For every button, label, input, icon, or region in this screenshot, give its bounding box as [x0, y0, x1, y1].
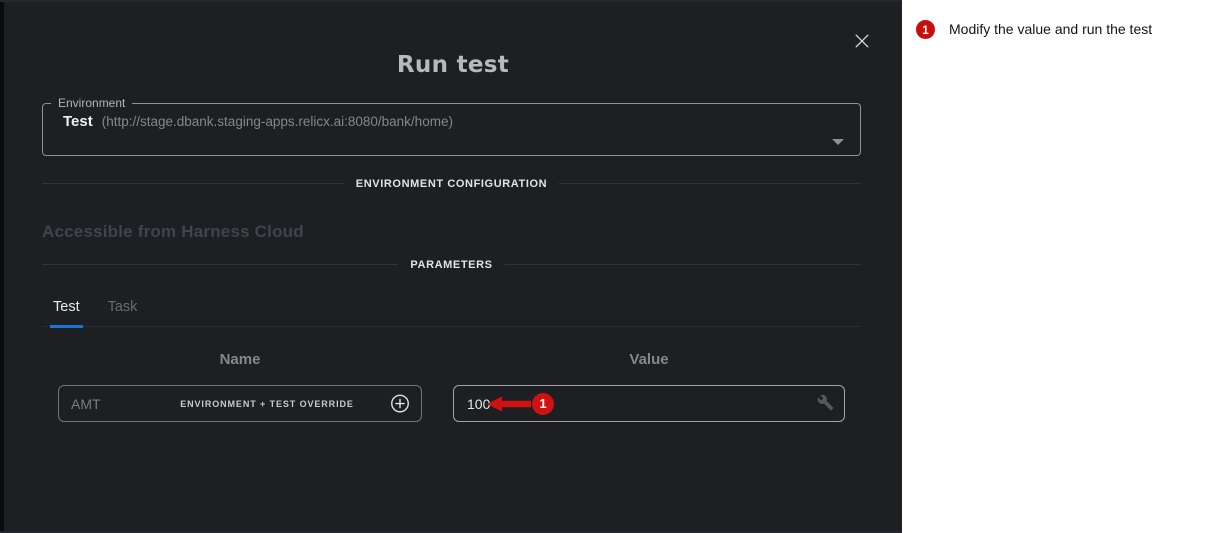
environment-label: Environment [51, 96, 132, 110]
harness-cloud-note: Accessible from Harness Cloud [42, 222, 304, 242]
close-icon [852, 31, 872, 51]
environment-configuration-divider: ENVIRONMENT CONFIGURATION [42, 176, 861, 191]
value-column-header: Value [453, 351, 845, 368]
instructions-panel: 1 Modify the value and run the test [902, 0, 1222, 533]
screenshot-root: Run test Environment Test (http://stage.… [0, 0, 1222, 533]
close-button[interactable] [849, 28, 875, 54]
override-badge: ENVIRONMENT + TEST OVERRIDE [180, 399, 354, 409]
divider-line [42, 264, 398, 265]
parameters-label: PARAMETERS [410, 259, 492, 271]
step-text: Modify the value and run the test [949, 20, 1152, 37]
annotation-step-1: 1 Modify the value and run the test [916, 20, 1152, 39]
edit-value-button[interactable] [815, 394, 835, 414]
wrench-icon [817, 394, 834, 411]
parameter-value-input[interactable] [467, 396, 513, 412]
tab-task[interactable]: Task [105, 299, 141, 328]
environment-selected-value: Test (http://stage.dbank.staging-apps.re… [43, 110, 860, 130]
add-parameter-button[interactable] [388, 392, 411, 415]
parameter-value-field[interactable]: 1 [453, 385, 845, 422]
dialog-title: Run test [4, 52, 902, 78]
environment-select[interactable]: Environment Test (http://stage.dbank.sta… [42, 96, 861, 156]
parameter-name-field[interactable]: ENVIRONMENT + TEST OVERRIDE [58, 385, 422, 422]
divider-line [42, 183, 344, 184]
modal-backdrop: Run test Environment Test (http://stage.… [0, 0, 902, 533]
parameters-divider: PARAMETERS [42, 257, 861, 272]
name-column-header: Name [58, 351, 422, 368]
tab-test[interactable]: Test [50, 299, 83, 328]
environment-url: (http://stage.dbank.staging-apps.relicx.… [102, 114, 453, 129]
plus-circle-icon [389, 392, 411, 414]
parameter-name-input[interactable] [71, 396, 181, 412]
chevron-down-icon [832, 139, 844, 145]
step-number-badge: 1 [916, 20, 935, 39]
environment-configuration-label: ENVIRONMENT CONFIGURATION [356, 178, 547, 190]
step-badge: 1 [532, 393, 554, 415]
divider-line [559, 183, 861, 184]
environment-name: Test [63, 113, 93, 130]
parameters-tabbar: Test Task [42, 299, 861, 327]
run-test-dialog: Run test Environment Test (http://stage.… [4, 2, 902, 531]
divider-line [505, 264, 861, 265]
